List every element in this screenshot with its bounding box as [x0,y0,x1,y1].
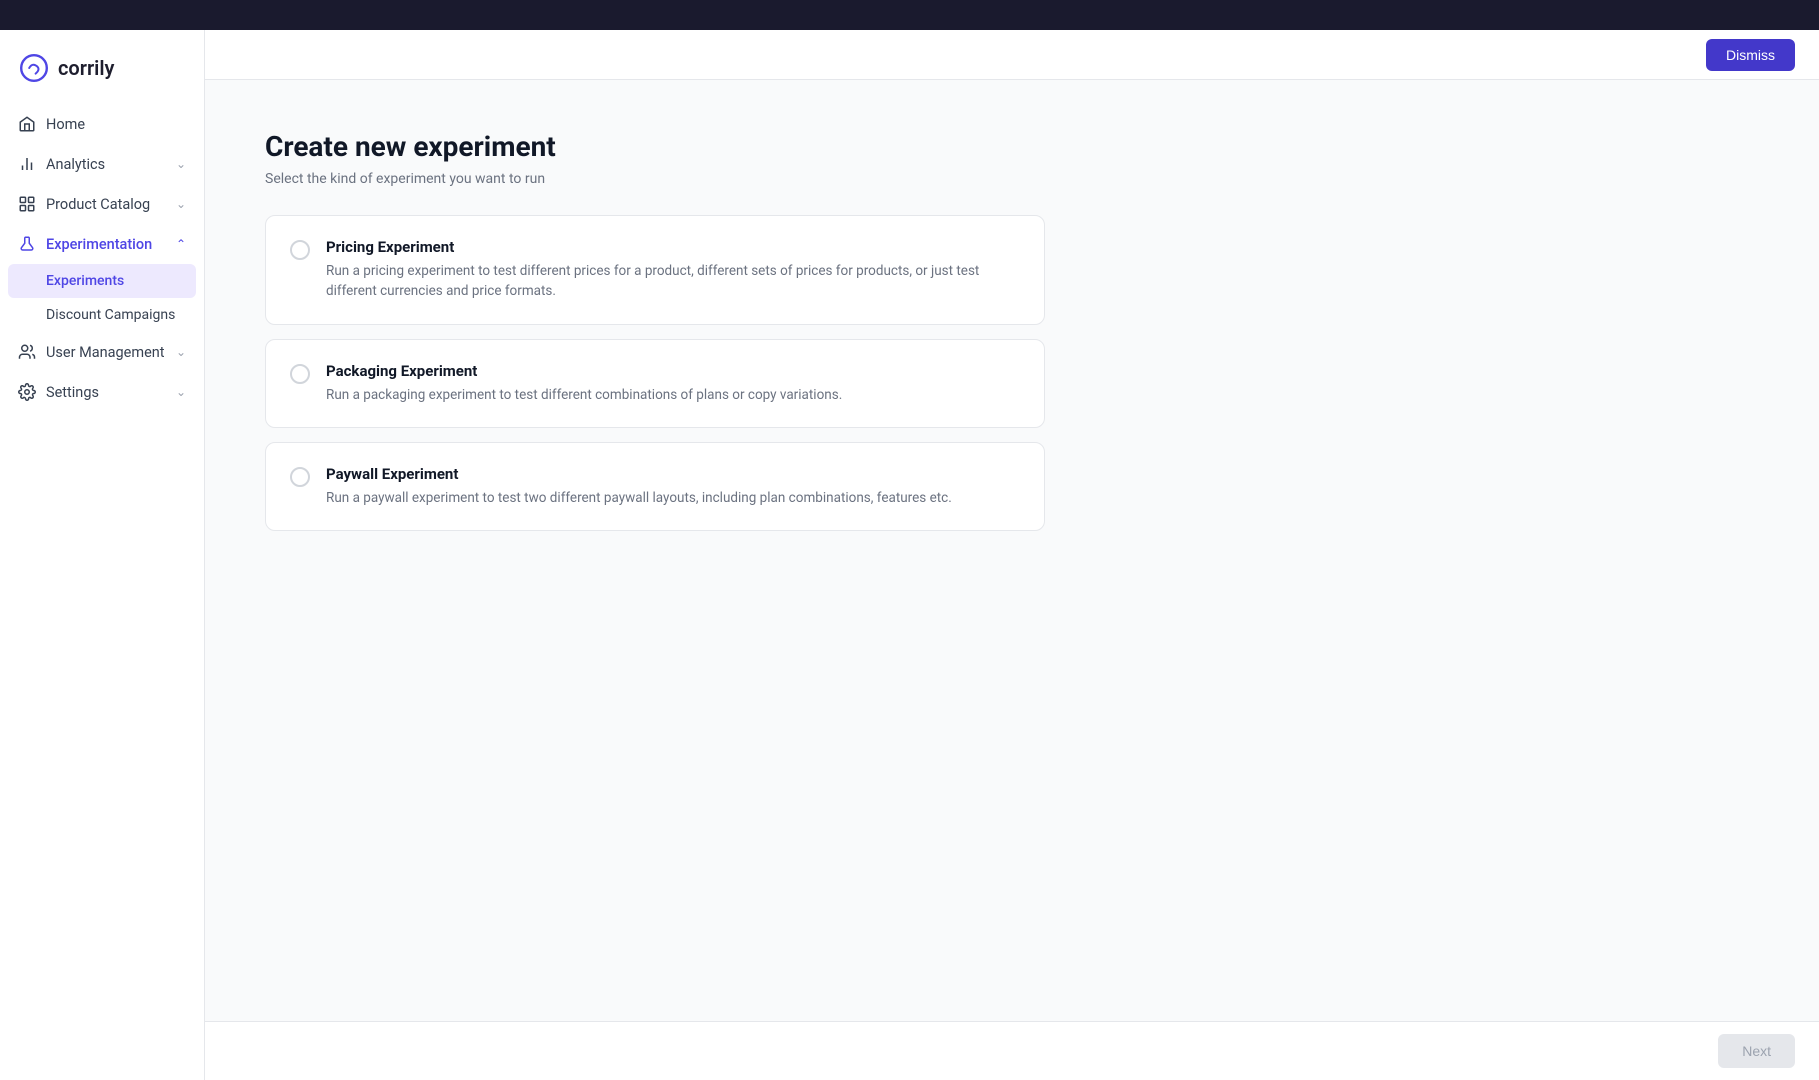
sidebar-subitem-experiments-label: Experiments [46,273,124,289]
experiment-card-paywall-text: Paywall Experiment Run a paywall experim… [326,465,952,508]
experiment-card-packaging-text: Packaging Experiment Run a packaging exp… [326,362,842,405]
experiment-card-paywall-desc: Run a paywall experiment to test two dif… [326,488,952,508]
logo-area: corrily [0,40,204,104]
experiment-card-paywall[interactable]: Paywall Experiment Run a paywall experim… [265,442,1045,531]
sidebar-item-experimentation-label: Experimentation [46,236,152,253]
bottom-bar: Next [205,1021,1819,1080]
experiment-card-packaging-desc: Run a packaging experiment to test diffe… [326,385,842,405]
analytics-chevron: ⌄ [176,157,186,171]
page-subtitle: Select the kind of experiment you want t… [265,171,1045,187]
experiment-card-paywall-title: Paywall Experiment [326,465,952,483]
experiment-card-pricing-title: Pricing Experiment [326,238,1020,256]
sidebar-item-settings-label: Settings [46,384,99,401]
home-icon [18,115,36,133]
sidebar: corrily Home Analytics ⌄ [0,30,205,1080]
radio-packaging[interactable] [290,364,310,384]
main-content: Dismiss Create new experiment Select the… [205,30,1819,1080]
product-catalog-icon [18,195,36,213]
settings-chevron: ⌄ [176,385,186,399]
sidebar-subitem-experiments[interactable]: Experiments [8,264,196,298]
sidebar-item-analytics-label: Analytics [46,156,105,173]
sidebar-item-home-label: Home [46,116,85,133]
next-button[interactable]: Next [1718,1034,1795,1068]
sidebar-item-analytics[interactable]: Analytics ⌄ [0,144,204,184]
header-bar: Dismiss [205,30,1819,80]
experiment-card-pricing-text: Pricing Experiment Run a pricing experim… [326,238,1020,302]
radio-paywall[interactable] [290,467,310,487]
sidebar-item-product-catalog[interactable]: Product Catalog ⌄ [0,184,204,224]
page-title: Create new experiment [265,130,1045,163]
sidebar-subitem-discount-campaigns-label: Discount Campaigns [46,307,175,323]
radio-pricing[interactable] [290,240,310,260]
experiment-card-pricing[interactable]: Pricing Experiment Run a pricing experim… [265,215,1045,325]
sidebar-item-product-catalog-label: Product Catalog [46,196,150,213]
experimentation-icon [18,235,36,253]
dismiss-button[interactable]: Dismiss [1706,39,1795,71]
user-management-icon [18,343,36,361]
experimentation-chevron: ⌃ [176,237,186,251]
experiment-card-pricing-desc: Run a pricing experiment to test differe… [326,261,1020,302]
sidebar-item-experimentation[interactable]: Experimentation ⌃ [0,224,204,264]
analytics-icon [18,155,36,173]
sidebar-subitem-discount-campaigns[interactable]: Discount Campaigns [0,298,204,332]
sidebar-item-user-management[interactable]: User Management ⌄ [0,332,204,372]
sidebar-item-user-management-label: User Management [46,344,165,361]
experiment-card-packaging[interactable]: Packaging Experiment Run a packaging exp… [265,339,1045,428]
content-area: Create new experiment Select the kind of… [205,80,1105,1080]
experiment-card-packaging-title: Packaging Experiment [326,362,842,380]
sidebar-item-home[interactable]: Home [0,104,204,144]
logo-text: corrily [58,56,114,80]
settings-icon [18,383,36,401]
corrily-logo-icon [18,52,50,84]
user-management-chevron: ⌄ [176,345,186,359]
top-bar [0,0,1819,30]
product-catalog-chevron: ⌄ [176,197,186,211]
sidebar-item-settings[interactable]: Settings ⌄ [0,372,204,412]
